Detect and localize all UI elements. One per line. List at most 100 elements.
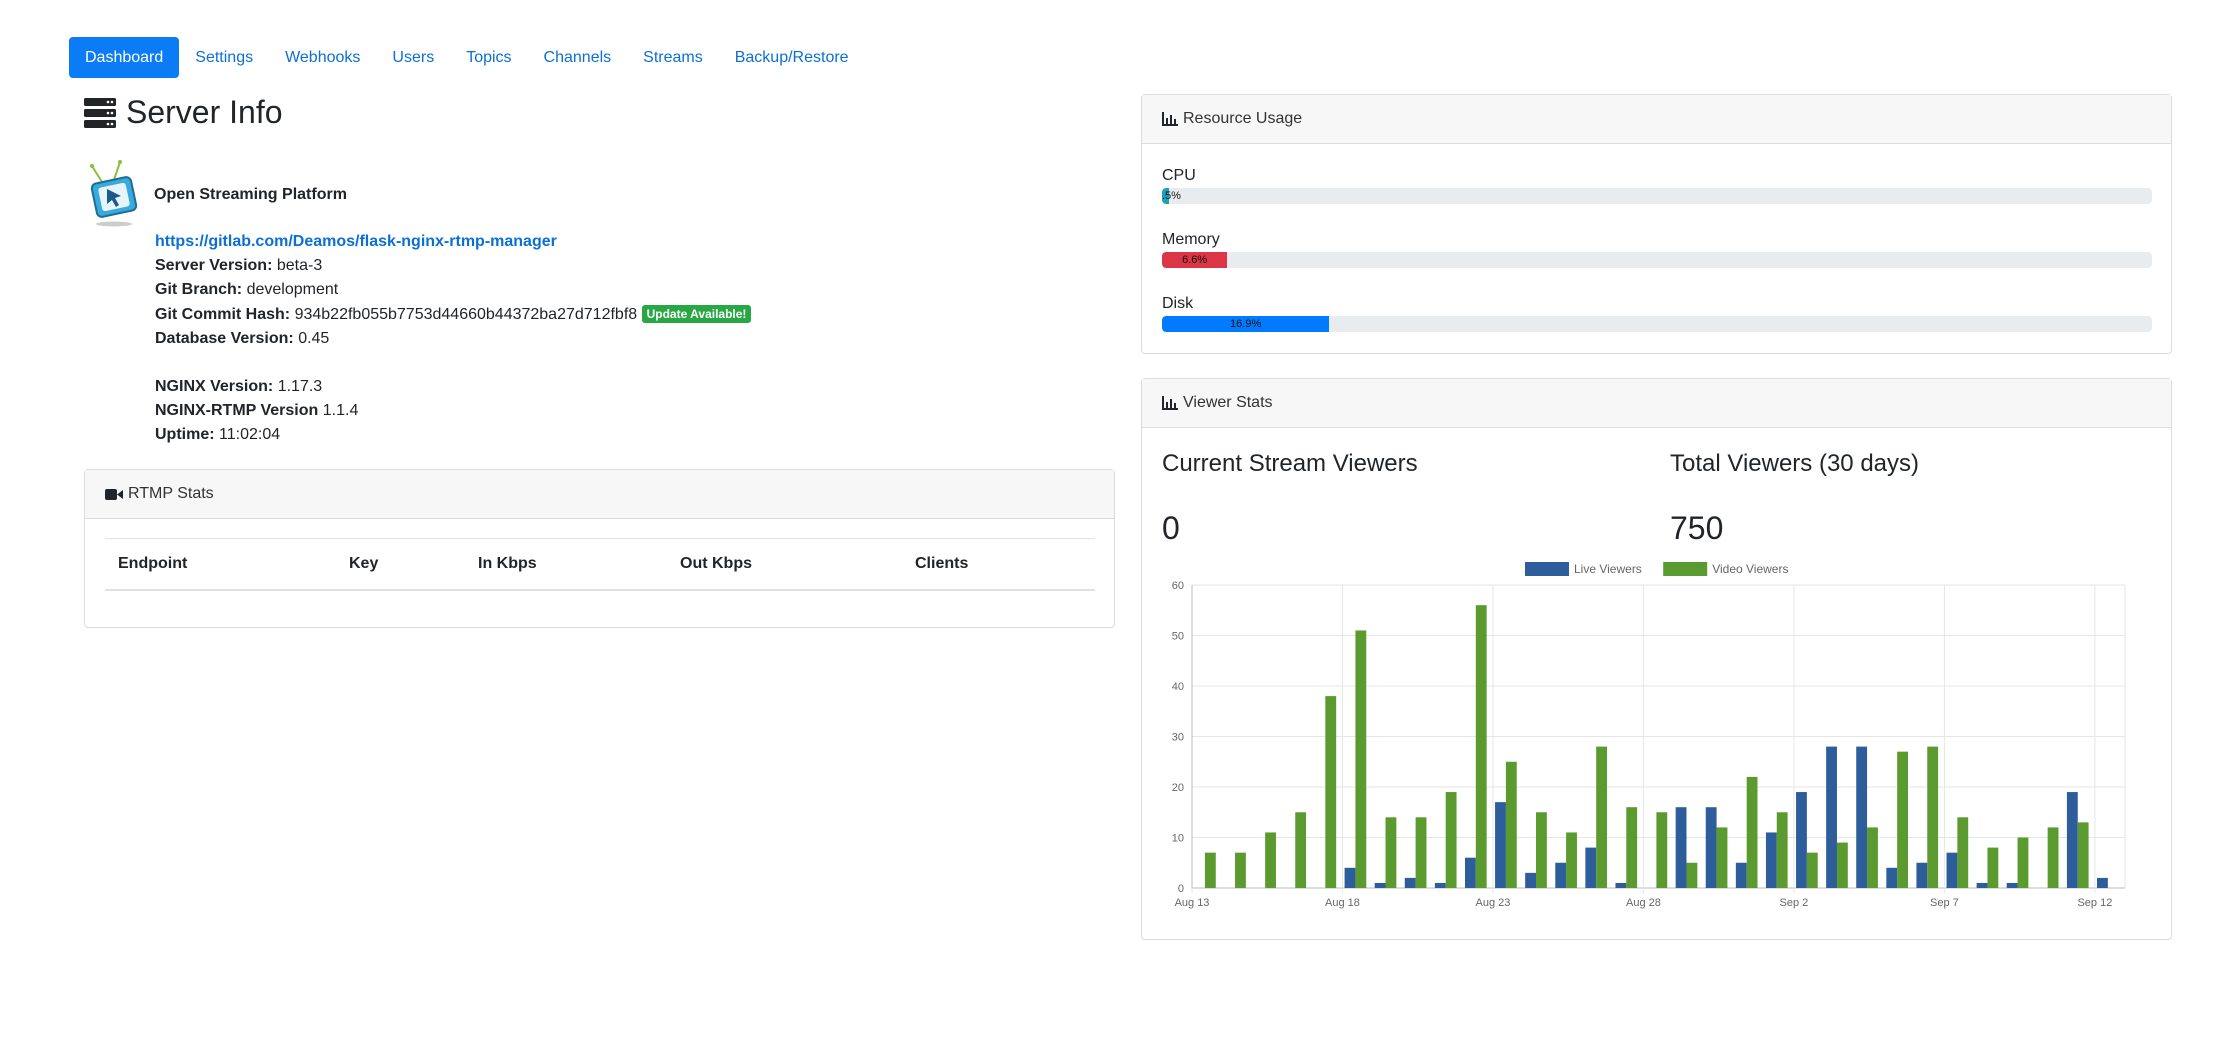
nav-backup-restore[interactable]: Backup/Restore xyxy=(719,37,865,78)
git-branch-value: development xyxy=(246,281,339,299)
nav-topics[interactable]: Topics xyxy=(450,37,527,78)
video-viewers-bar xyxy=(1596,746,1608,888)
live-viewers-bar xyxy=(2066,792,2078,888)
legend-video-swatch xyxy=(1663,562,1708,576)
video-viewers-bar xyxy=(1536,812,1547,888)
live-viewers-bar xyxy=(1916,862,1928,888)
video-viewers-bar xyxy=(1235,852,1246,888)
server-icon xyxy=(84,97,116,128)
video-viewers-bar xyxy=(1325,696,1337,888)
y-tick-label: 50 xyxy=(1172,631,1184,643)
nginx-rtmp-version-value: 1.1.4 xyxy=(322,402,359,420)
video-viewers-bar xyxy=(1445,792,1457,888)
live-viewers-bar xyxy=(1464,857,1476,888)
live-viewers-bar xyxy=(1555,862,1567,888)
nav-users[interactable]: Users xyxy=(376,37,450,78)
resource-usage-card: Resource Usage CPU .5% Memory 6.6% Disk … xyxy=(1141,94,2172,354)
video-viewers-bar xyxy=(1626,807,1638,888)
nginx-version-row: NGINX Version: 1.17.3 xyxy=(155,375,751,399)
server-version-label: Server Version: xyxy=(155,257,273,275)
rtmp-stats-header: RTMP Stats xyxy=(85,470,1114,519)
update-available-badge[interactable]: Update Available! xyxy=(641,304,752,323)
viewer-chart: 0 10 20 30 40 50 60 Aug 13 Aug 18 Aug 23 Aug 28 Sep… xyxy=(1172,562,2126,909)
rtmp-stats-card: RTMP Stats Endpoint Key In Kbps Out Kbps… xyxy=(84,469,1115,628)
live-viewers-bar xyxy=(1525,872,1537,888)
uptime-row: Uptime: 11:02:04 xyxy=(155,423,751,447)
video-viewers-bar xyxy=(1716,827,1728,888)
y-tick-label: 40 xyxy=(1172,681,1184,693)
video-viewers-bar xyxy=(1265,832,1276,888)
video-viewers-bar xyxy=(1927,746,1939,888)
col-in-kbps: In Kbps xyxy=(478,555,537,572)
cpu-label: CPU xyxy=(1162,167,1196,184)
page-title: Server Info xyxy=(126,94,283,130)
nav-channels[interactable]: Channels xyxy=(528,37,628,78)
cpu-progress-fill: .5% xyxy=(1162,188,1181,204)
live-viewers-bar xyxy=(1615,882,1627,888)
y-tick-label: 10 xyxy=(1172,833,1184,845)
live-viewers-bar xyxy=(1886,867,1898,888)
video-viewers-bar xyxy=(1656,812,1668,888)
nav-dashboard[interactable]: Dashboard xyxy=(69,37,180,78)
nav-streams[interactable]: Streams xyxy=(627,37,719,78)
legend-live-swatch xyxy=(1525,562,1569,576)
disk-progress-bar: 16.9% xyxy=(1162,316,2152,332)
video-viewers-bar xyxy=(1686,862,1698,888)
live-viewers-bar xyxy=(1735,862,1747,888)
video-viewers-bar xyxy=(1475,605,1487,888)
y-tick-label: 0 xyxy=(1178,883,1184,895)
nav-webhooks[interactable]: Webhooks xyxy=(269,37,376,78)
x-tick-label: Aug 23 xyxy=(1476,897,1511,909)
server-details: https://gitlab.com/Deamos/flask-nginx-rt… xyxy=(155,230,752,448)
live-viewers-bar xyxy=(1765,832,1777,888)
x-tick-label: Aug 13 xyxy=(1175,897,1210,909)
repo-link[interactable]: https://gitlab.com/Deamos/flask-nginx-rt… xyxy=(155,233,557,250)
video-viewers-bar xyxy=(1295,812,1307,888)
nginx-version-value: 1.17.3 xyxy=(277,378,323,396)
nginx-rtmp-version-row: NGINX-RTMP Version 1.1.4 xyxy=(155,399,751,423)
live-viewers-bar xyxy=(1856,746,1868,888)
video-viewers-bar xyxy=(1746,776,1758,888)
git-commit-row: Git Commit Hash: 934b22fb055b7753d44660b… xyxy=(155,303,752,327)
col-clients: Clients xyxy=(915,555,969,572)
live-viewers-bar xyxy=(1374,882,1386,888)
live-viewers-bar xyxy=(1675,807,1687,888)
git-branch-label: Git Branch: xyxy=(155,281,243,299)
osp-logo-icon xyxy=(90,160,138,227)
video-viewers-bar xyxy=(1415,817,1427,888)
video-viewers-bar xyxy=(1806,852,1818,888)
disk-label: Disk xyxy=(1162,295,1194,312)
uptime-value: 11:02:04 xyxy=(219,426,281,444)
git-branch-row: Git Branch: development xyxy=(155,278,751,302)
col-endpoint: Endpoint xyxy=(118,555,188,572)
video-viewers-bar xyxy=(1204,852,1216,888)
server-version-row: Server Version: beta-3 xyxy=(155,254,751,278)
live-viewers-bar xyxy=(1495,802,1506,888)
live-viewers-bar xyxy=(2097,877,2108,888)
db-version-label: Database Version: xyxy=(155,329,294,347)
live-viewers-bar xyxy=(1976,882,1988,888)
db-version-value: 0.45 xyxy=(298,329,330,347)
legend-label: Live Viewers xyxy=(1574,562,1642,576)
video-viewers-bar xyxy=(1957,817,1969,888)
nginx-rtmp-version-label: NGINX-RTMP Version xyxy=(155,402,319,420)
x-tick-label: Sep 7 xyxy=(1930,897,1959,909)
live-viewers-bar xyxy=(1344,867,1356,888)
video-viewers-bar xyxy=(2047,827,2059,888)
video-viewers-bar xyxy=(1776,812,1788,888)
video-viewers-bar xyxy=(2077,822,2089,888)
platform-name: Open Streaming Platform xyxy=(154,186,347,203)
git-commit-value: 934b22fb055b7753d44660b44372ba27d712fbf8 xyxy=(294,305,638,323)
nav-settings[interactable]: Settings xyxy=(179,37,269,78)
y-tick-label: 20 xyxy=(1172,782,1184,794)
y-tick-label: 60 xyxy=(1172,580,1184,592)
video-viewers-bar xyxy=(1987,847,1999,888)
uptime-label: Uptime: xyxy=(155,426,215,444)
chart-icon xyxy=(1162,112,1178,126)
disk-progress-fill: 16.9% xyxy=(1162,316,1330,332)
video-viewers-bar xyxy=(1355,630,1367,888)
memory-label: Memory xyxy=(1162,231,1220,248)
live-viewers-bar xyxy=(1946,852,1958,888)
y-tick-label: 30 xyxy=(1172,732,1184,744)
memory-progress-fill: 6.6% xyxy=(1162,252,1228,268)
